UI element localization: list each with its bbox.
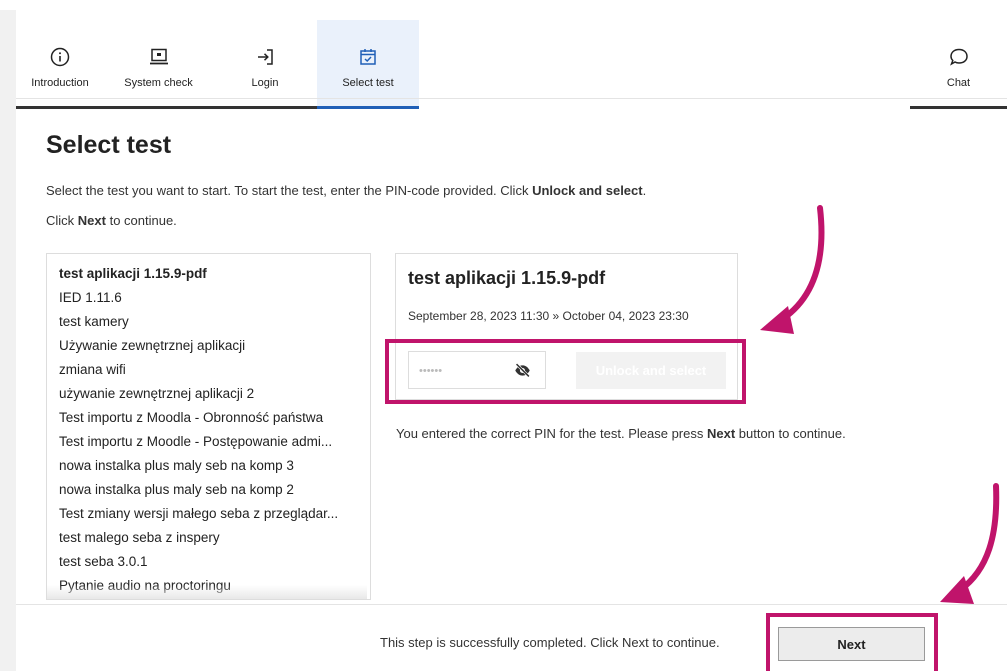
info-icon <box>50 47 70 67</box>
instruction-text-part: Select the test you want to start. To st… <box>46 183 533 198</box>
instruction-text: Select the test you want to start. To st… <box>46 183 646 198</box>
success-message: You entered the correct PIN for the test… <box>396 426 846 441</box>
footer-status-text: This step is successfully completed. Cli… <box>380 635 720 650</box>
list-scroll-fade <box>47 585 367 599</box>
page-title: Select test <box>46 131 172 159</box>
instruction-text-part: . <box>642 183 647 198</box>
message-text-part: button to continue. <box>735 426 846 441</box>
test-date-range: September 28, 2023 11:30 » October 04, 2… <box>408 309 689 323</box>
list-item[interactable]: IED 1.11.6 <box>47 286 370 310</box>
message-text-part: You entered the correct PIN for the test… <box>396 426 707 441</box>
list-item[interactable]: Test importu z Moodla - Obronność państw… <box>47 406 370 430</box>
annotation-arrow-icon <box>760 205 825 334</box>
list-item[interactable]: Używanie zewnętrznej aplikacji <box>47 334 370 358</box>
test-list[interactable]: test aplikacji 1.15.9-pdf IED 1.11.6 tes… <box>46 253 371 600</box>
step-label: Login <box>251 77 279 89</box>
message-emphasis: Next <box>706 426 736 441</box>
next-highlight-box <box>766 613 938 671</box>
list-item[interactable]: test kamery <box>47 310 370 334</box>
list-item[interactable]: test malego seba z inspery <box>47 526 370 550</box>
continue-instruction: Click Next to continue. <box>46 213 177 228</box>
pin-highlight-box <box>385 339 746 404</box>
test-title: test aplikacji 1.15.9-pdf <box>408 268 606 288</box>
step-label: Select test <box>342 77 394 89</box>
step-introduction[interactable]: Introduction <box>16 20 104 109</box>
step-label: Introduction <box>31 77 89 89</box>
step-login[interactable]: Login <box>213 20 317 109</box>
instruction-text-part: to continue. <box>105 213 177 228</box>
chat-button[interactable]: Chat <box>910 20 1007 109</box>
instruction-text-part: Click <box>46 213 78 228</box>
list-item[interactable]: nowa instalka plus maly seb na komp 2 <box>47 478 370 502</box>
step-navigation: Introduction System check Login Select t… <box>0 10 1007 109</box>
chat-label: Chat <box>946 77 971 89</box>
laptop-icon <box>149 48 168 65</box>
list-item[interactable]: nowa instalka plus maly seb na komp 3 <box>47 454 370 478</box>
login-icon <box>258 49 273 65</box>
list-item[interactable]: test aplikacji 1.15.9-pdf <box>47 262 370 286</box>
instruction-emphasis: Next <box>77 213 106 228</box>
step-select-test[interactable]: Select test <box>317 20 419 109</box>
nav-divider <box>16 98 1007 99</box>
list-item[interactable]: test seba 3.0.1 <box>47 550 370 574</box>
list-item[interactable]: zmiana wifi <box>47 358 370 382</box>
chat-bubble-icon <box>949 48 968 66</box>
list-item[interactable]: Test zmiany wersji małego seba z przeglą… <box>47 502 370 526</box>
step-system-check[interactable]: System check <box>104 20 213 109</box>
left-margin <box>0 10 16 671</box>
list-item[interactable]: używanie zewnętrznej aplikacji 2 <box>47 382 370 406</box>
calendar-check-icon <box>360 49 376 65</box>
instruction-emphasis: Unlock and select <box>532 183 643 198</box>
annotation-arrow-icon <box>940 483 1000 604</box>
step-label: System check <box>124 77 193 89</box>
list-item[interactable]: Test importu z Moodle - Postępowanie adm… <box>47 430 370 454</box>
